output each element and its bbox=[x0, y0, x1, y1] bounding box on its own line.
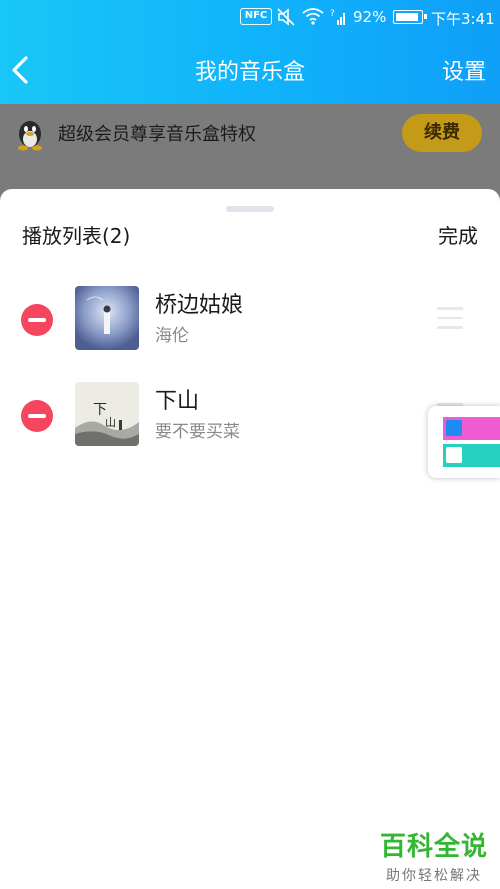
playlist-title: 播放列表(2) bbox=[22, 224, 131, 248]
signal-icon: ? bbox=[330, 9, 345, 25]
sheet-drag-handle[interactable] bbox=[226, 206, 274, 212]
watermark: 百科全说 助你轻松解决 bbox=[376, 826, 492, 885]
nfc-icon: NFC bbox=[240, 8, 272, 25]
settings-button[interactable]: 设置 bbox=[442, 54, 486, 86]
link-icon bbox=[446, 447, 462, 463]
floating-widget-bottom[interactable] bbox=[443, 444, 500, 467]
playlist-item[interactable]: 桥边姑娘 海伦 bbox=[0, 278, 500, 358]
battery-icon bbox=[393, 10, 427, 24]
vip-banner: 超级会员尊享音乐盒特权 续费 bbox=[0, 104, 500, 162]
qq-penguin-icon bbox=[18, 121, 42, 151]
album-cover bbox=[75, 286, 139, 350]
vip-banner-text: 超级会员尊享音乐盒特权 bbox=[58, 124, 256, 145]
song-artist: 要不要买菜 bbox=[155, 422, 240, 442]
nav-bar: 我的音乐盒 设置 bbox=[0, 36, 500, 104]
playlist-sheet: 播放列表(2) 完成 桥边姑娘 海伦 下 山 下山 要不要买菜 bbox=[0, 189, 500, 889]
page-title: 我的音乐盒 bbox=[194, 60, 305, 85]
reorder-handle-icon[interactable] bbox=[437, 307, 463, 329]
status-time: 下午3:41 bbox=[431, 10, 495, 28]
svg-text:山: 山 bbox=[105, 416, 116, 429]
song-artist: 海伦 bbox=[155, 326, 189, 346]
watermark-title: 百科全说 bbox=[379, 832, 488, 862]
wifi-icon bbox=[302, 8, 324, 25]
status-bar: NFC ? 92% 下午3:41 bbox=[0, 0, 500, 36]
svg-text:?: ? bbox=[330, 9, 335, 19]
battery-fill bbox=[395, 12, 418, 21]
watermark-subtitle: 助你轻松解决 bbox=[386, 868, 482, 884]
remove-icon[interactable] bbox=[21, 304, 53, 336]
playlist-item[interactable]: 下 山 下山 要不要买菜 bbox=[0, 374, 500, 454]
renew-button[interactable]: 续费 bbox=[402, 114, 482, 152]
vibrate-mute-icon bbox=[277, 8, 295, 26]
song-title: 桥边姑娘 bbox=[155, 293, 244, 318]
song-title: 下山 bbox=[155, 389, 200, 414]
battery-percent: 92% bbox=[353, 8, 387, 26]
remove-icon[interactable] bbox=[21, 400, 53, 432]
top-bar: NFC ? 92% 下午3:41 我的音乐盒 设置 bbox=[0, 0, 500, 104]
floating-widget-top[interactable] bbox=[443, 417, 500, 440]
app-icon bbox=[446, 420, 462, 436]
done-button[interactable]: 完成 bbox=[438, 220, 478, 249]
album-cover: 下 山 bbox=[75, 382, 139, 446]
floating-widget[interactable] bbox=[428, 406, 500, 478]
